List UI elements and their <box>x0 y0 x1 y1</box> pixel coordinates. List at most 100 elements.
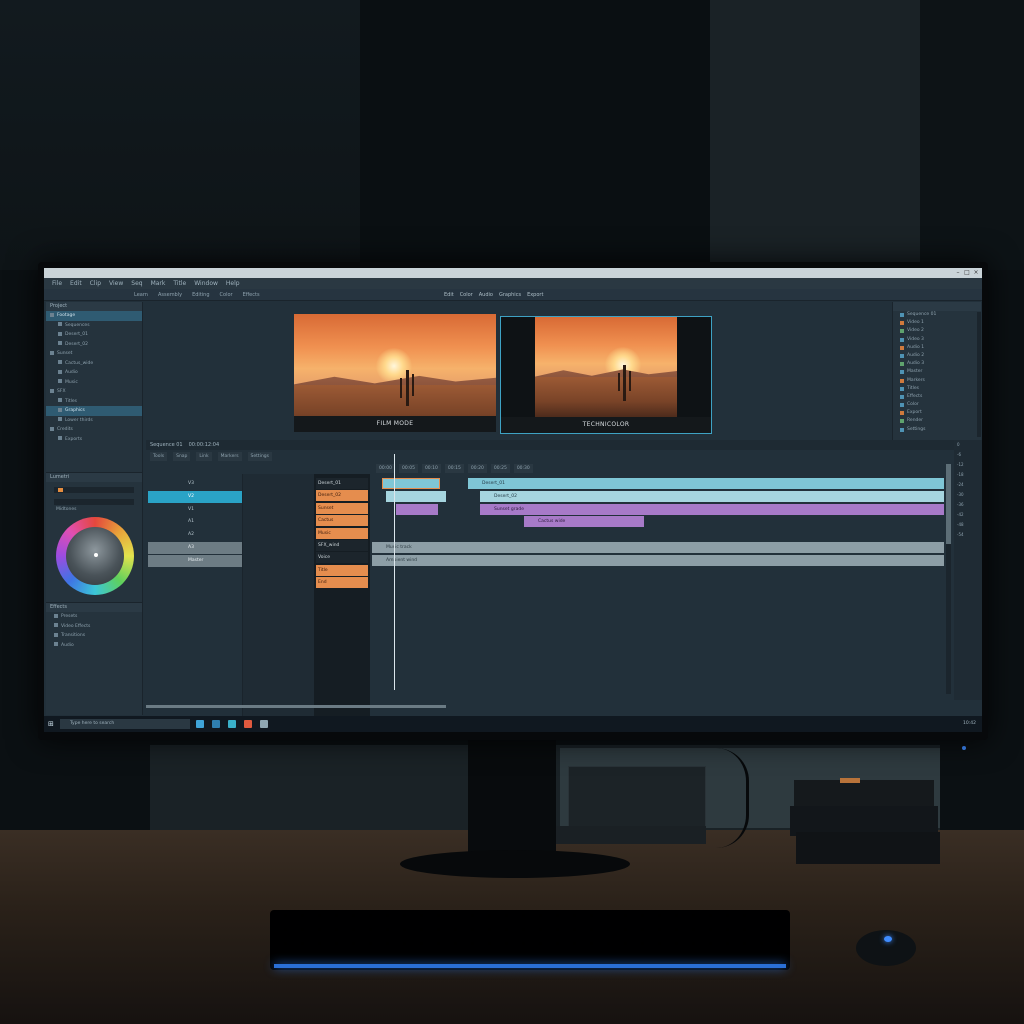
color-wheel-handle[interactable] <box>94 553 98 557</box>
source-monitor[interactable]: FILM MODE <box>294 314 496 432</box>
timeline-tab[interactable]: Settings <box>247 452 273 461</box>
project-item[interactable]: Sunset <box>46 349 142 359</box>
maximize-icon[interactable]: □ <box>963 269 971 276</box>
inspector-item[interactable]: Sequence 01 <box>893 311 981 319</box>
menu-item[interactable]: Clip <box>90 278 101 289</box>
project-item[interactable]: Lower thirds <box>46 416 142 426</box>
menu-item[interactable]: Window <box>194 278 218 289</box>
project-item[interactable]: Desert_01 <box>46 330 142 340</box>
inspector-item[interactable]: Color <box>893 401 981 409</box>
workspace-tab[interactable]: Graphics <box>499 292 521 298</box>
menu-item[interactable]: Edit <box>70 278 82 289</box>
inspector-item[interactable]: Audio 1 <box>893 344 981 352</box>
track-header[interactable]: V2 <box>148 490 242 503</box>
effects-item[interactable]: Audio <box>46 641 142 651</box>
timeline-clip[interactable]: Desert_01 <box>468 478 944 489</box>
project-item[interactable]: Graphics <box>46 406 142 416</box>
clip-name-cell[interactable]: Desert_01 <box>316 478 368 489</box>
inspector-item[interactable]: Export <box>893 409 981 417</box>
menu-item[interactable]: View <box>109 278 123 289</box>
workspace-tab[interactable]: Color <box>460 292 473 298</box>
windows-start-icon[interactable]: ⊞ <box>48 720 56 728</box>
menu-item[interactable]: Seq <box>131 278 142 289</box>
color-control-row[interactable] <box>54 487 134 493</box>
project-item[interactable]: Cactus_wide <box>46 359 142 369</box>
inspector-item[interactable]: Titles <box>893 385 981 393</box>
project-item[interactable]: Credits <box>46 425 142 435</box>
taskbar-search[interactable]: Type here to search <box>60 719 190 729</box>
minimize-icon[interactable]: – <box>954 269 962 276</box>
menu-item[interactable]: Title <box>173 278 186 289</box>
timeline-tab[interactable]: Tools <box>150 452 168 461</box>
workspace-tab[interactable]: Effects <box>243 292 260 298</box>
keyboard[interactable] <box>270 910 790 970</box>
program-monitor[interactable]: TECHNICOLOR <box>500 316 712 434</box>
clip-name-cell[interactable]: Voice <box>316 552 368 564</box>
project-item[interactable]: Audio <box>46 368 142 378</box>
inspector-item[interactable]: Video 1 <box>893 319 981 327</box>
track-header[interactable]: V1 <box>148 504 242 516</box>
effects-item[interactable]: Transitions <box>46 631 142 641</box>
timeline-clip[interactable]: Ambient wind <box>372 554 944 566</box>
clip-name-cell[interactable]: Title <box>316 564 368 576</box>
project-item[interactable]: Footage <box>46 311 142 321</box>
inspector-item[interactable]: Master <box>893 368 981 376</box>
track-header[interactable]: A2 <box>148 529 242 541</box>
project-item[interactable]: Sequences <box>46 321 142 331</box>
inspector-item[interactable]: Markers <box>893 377 981 385</box>
app-icon[interactable] <box>244 720 252 728</box>
close-icon[interactable]: × <box>972 269 980 276</box>
playhead[interactable] <box>394 454 395 690</box>
menu-item[interactable]: Mark <box>151 278 166 289</box>
inspector-item[interactable]: Render <box>893 417 981 425</box>
timeline-clip[interactable] <box>396 503 438 515</box>
workspace-tab[interactable]: Audio <box>479 292 493 298</box>
inspector-scrollbar[interactable] <box>977 312 981 437</box>
inspector-item[interactable]: Video 2 <box>893 327 981 335</box>
track-header[interactable]: V3 <box>148 478 242 490</box>
track-header[interactable]: Master <box>148 554 242 567</box>
clip-name-cell[interactable]: Desert_02 <box>316 490 368 502</box>
clip-name-cell[interactable]: Cactus <box>316 515 368 527</box>
track-header[interactable]: A3 <box>148 542 242 554</box>
project-item[interactable]: Titles <box>46 397 142 407</box>
clip-name-cell[interactable]: Music <box>316 527 368 539</box>
clip-name-cell[interactable]: SFX_wind <box>316 540 368 551</box>
project-item[interactable]: SFX <box>46 387 142 397</box>
timeline-scroll-thumb[interactable] <box>946 464 951 544</box>
timeline-tab[interactable]: Snap <box>173 452 191 461</box>
menu-item[interactable]: File <box>52 278 62 289</box>
color-control-row[interactable] <box>54 499 134 505</box>
inspector-item[interactable]: Audio 2 <box>893 352 981 360</box>
track-header[interactable]: A1 <box>148 516 242 528</box>
taskbar-clock[interactable]: 10:42 <box>963 719 976 729</box>
inspector-item[interactable]: Settings <box>893 426 981 434</box>
project-item[interactable]: Desert_02 <box>46 340 142 350</box>
inspector-item[interactable]: Effects <box>893 393 981 401</box>
workspace-tab[interactable]: Assembly <box>158 292 182 298</box>
workspace-tab[interactable]: Color <box>220 292 233 298</box>
effects-item[interactable]: Presets <box>46 612 142 622</box>
inspector-item[interactable]: Video 3 <box>893 336 981 344</box>
effects-item[interactable]: Video Effects <box>46 622 142 632</box>
timeline-clip[interactable]: Desert_02 <box>480 490 944 502</box>
workspace-tab[interactable]: Learn <box>134 292 148 298</box>
timeline-clip[interactable]: Sunset grade <box>480 503 944 515</box>
timeline-clip[interactable]: Cactus wide <box>524 516 644 528</box>
app-icon[interactable] <box>196 720 204 728</box>
timeline-clip[interactable] <box>382 478 440 489</box>
app-icon[interactable] <box>260 720 268 728</box>
app-icon[interactable] <box>228 720 236 728</box>
timeline-horizontal-scrollbar[interactable] <box>146 705 446 708</box>
workspace-tab[interactable]: Edit <box>444 292 454 298</box>
workspace-tab[interactable]: Export <box>527 292 543 298</box>
timeline-clip[interactable]: Music track <box>372 542 944 553</box>
project-item[interactable]: Exports <box>46 435 142 445</box>
timeline-tab[interactable]: Link <box>196 452 212 461</box>
color-swatch[interactable] <box>58 488 63 492</box>
menu-item[interactable]: Help <box>226 278 240 289</box>
project-item[interactable]: Music <box>46 378 142 388</box>
timeline-tab[interactable]: Markers <box>217 452 242 461</box>
workspace-tab[interactable]: Editing <box>192 292 209 298</box>
timeline-clip[interactable] <box>386 490 446 502</box>
